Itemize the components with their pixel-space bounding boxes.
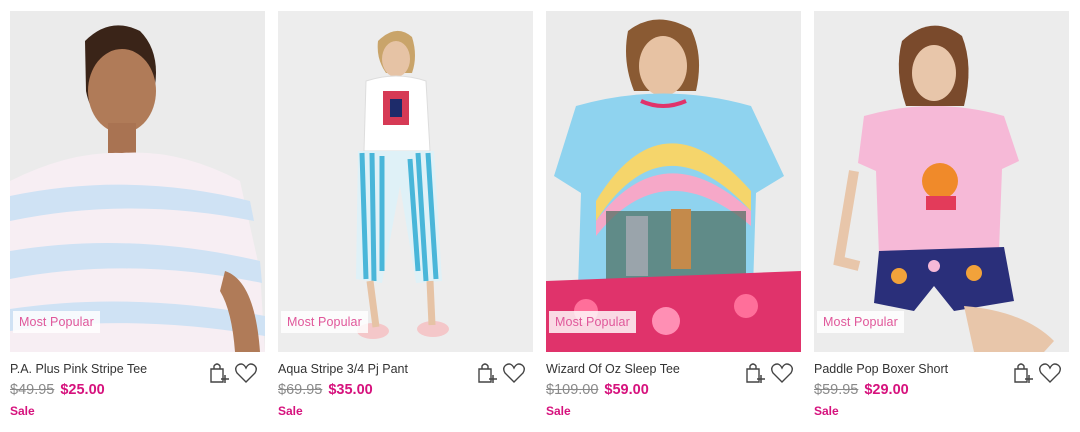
product-image[interactable]: Most Popular	[10, 11, 265, 352]
most-popular-badge: Most Popular	[817, 311, 904, 333]
product-name[interactable]: P.A. Plus Pink Stripe Tee	[10, 362, 147, 376]
product-grid: Most Popular P.A. Plus Pink Stripe Tee $…	[10, 11, 1069, 432]
product-image[interactable]: Most Popular	[814, 11, 1069, 352]
sale-label: Sale	[278, 404, 303, 418]
product-name[interactable]: Paddle Pop Boxer Short	[814, 362, 948, 376]
was-price: $69.95	[278, 382, 323, 398]
sale-label: Sale	[546, 404, 571, 418]
heart-icon[interactable]	[769, 360, 795, 386]
sale-price: $29.00	[864, 382, 909, 398]
price-block: $59.95 $29.00	[814, 381, 909, 399]
most-popular-badge: Most Popular	[549, 311, 636, 333]
product-card[interactable]: Most Popular Paddle Pop Boxer Short $59.…	[814, 11, 1069, 432]
most-popular-badge: Most Popular	[13, 311, 100, 333]
product-name[interactable]: Aqua Stripe 3/4 Pj Pant	[278, 362, 408, 376]
was-price: $109.00	[546, 382, 599, 398]
add-to-bag-icon[interactable]	[742, 360, 768, 386]
sale-label: Sale	[10, 404, 35, 418]
product-image[interactable]: Most Popular	[546, 11, 801, 352]
heart-icon[interactable]	[1037, 360, 1063, 386]
price-block: $49.95 $25.00	[10, 381, 105, 399]
sale-price: $59.00	[604, 382, 649, 398]
most-popular-badge: Most Popular	[281, 311, 368, 333]
was-price: $59.95	[814, 382, 859, 398]
sale-price: $35.00	[328, 382, 373, 398]
product-card[interactable]: Most Popular P.A. Plus Pink Stripe Tee $…	[10, 11, 265, 432]
product-image[interactable]: Most Popular	[278, 11, 533, 352]
was-price: $49.95	[10, 382, 55, 398]
heart-icon[interactable]	[501, 360, 527, 386]
sale-label: Sale	[814, 404, 839, 418]
price-block: $69.95 $35.00	[278, 381, 373, 399]
product-card[interactable]: Most Popular Aqua Stripe 3/4 Pj Pant $69…	[278, 11, 533, 432]
product-info: Wizard Of Oz Sleep Tee $109.00 $59.00 Sal…	[546, 352, 801, 432]
product-info: P.A. Plus Pink Stripe Tee $49.95 $25.00 S…	[10, 352, 265, 432]
add-to-bag-icon[interactable]	[206, 360, 232, 386]
product-info: Paddle Pop Boxer Short $59.95 $29.00 Sale	[814, 352, 1069, 432]
sale-price: $25.00	[60, 382, 105, 398]
product-info: Aqua Stripe 3/4 Pj Pant $69.95 $35.00 Sal…	[278, 352, 533, 432]
heart-icon[interactable]	[233, 360, 259, 386]
product-name[interactable]: Wizard Of Oz Sleep Tee	[546, 362, 680, 376]
price-block: $109.00 $59.00	[546, 381, 649, 399]
add-to-bag-icon[interactable]	[474, 360, 500, 386]
add-to-bag-icon[interactable]	[1010, 360, 1036, 386]
product-card[interactable]: Most Popular Wizard Of Oz Sleep Tee $109…	[546, 11, 801, 432]
